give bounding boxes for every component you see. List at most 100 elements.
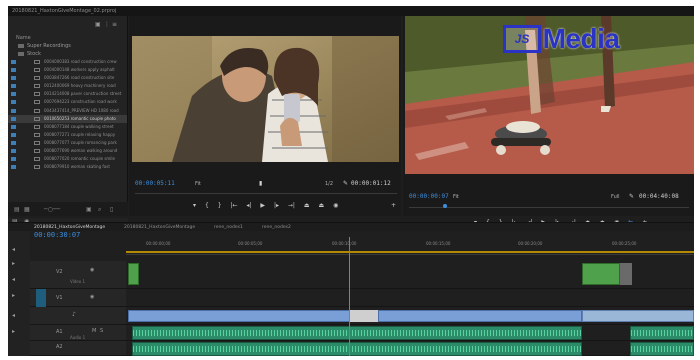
track-header-a2[interactable]: A2 [30, 341, 126, 355]
clip-item[interactable]: 0008077184 couple walking street [8, 123, 127, 131]
clip-item[interactable]: 0014214008 paver construction street [8, 90, 127, 98]
mark-out-bracket-icon[interactable]: } [218, 202, 222, 209]
filter-icon[interactable]: ⋮ [104, 21, 110, 28]
step-back-icon[interactable]: ◂| [246, 202, 251, 209]
label-color-swatch [11, 116, 16, 121]
label-color-swatch [11, 157, 16, 162]
audio-clip[interactable] [132, 326, 582, 340]
mic-icon[interactable]: ♪ [72, 311, 76, 318]
step-forward-icon[interactable]: |▸ [274, 202, 279, 209]
type-tool-icon[interactable]: ▸ [12, 328, 15, 335]
pen-tool-icon[interactable]: ▸ [12, 292, 15, 299]
track-header-v1[interactable]: V1 ◉ [30, 289, 126, 307]
search-icon[interactable]: ⌕ [98, 206, 101, 214]
program-wrench-icon[interactable]: ✎ [629, 193, 634, 200]
clip-item[interactable]: 0010650253 romantic couple photo [8, 114, 127, 123]
audio-clip[interactable] [630, 326, 694, 340]
go-to-in-icon[interactable]: |← [230, 202, 237, 209]
ripple-edit-icon[interactable]: ◂ [12, 246, 15, 253]
bin-super-recordings[interactable]: Super Recordings [8, 42, 127, 50]
mark-in-bracket-icon[interactable]: { [205, 202, 209, 209]
clip-item[interactable]: 0008079910 woman skating fast [8, 163, 127, 171]
video-clip[interactable] [128, 263, 139, 285]
new-item-icon[interactable]: ▯ [110, 206, 113, 213]
program-resolution-dropdown[interactable]: Full [611, 194, 620, 200]
sequence-timecode[interactable]: 00:00:30:07 [34, 231, 80, 239]
work-area-bar[interactable] [126, 251, 694, 253]
video-clip[interactable] [582, 263, 620, 285]
clip-list: 0004000383 road construction crew 0004000… [8, 58, 127, 171]
overwrite-icon[interactable]: ⏏ [318, 202, 324, 209]
play-icon[interactable]: ▶ [260, 202, 265, 209]
timeline-ruler[interactable]: 00:00:00;00 00:00:05;00 00:00:10;00 00:0… [126, 237, 694, 255]
ruler-tick-label: 00:00:05;00 [238, 241, 263, 246]
eye-icon[interactable]: ◉ [90, 294, 94, 300]
source-fit-dropdown[interactable]: Fit [195, 181, 201, 187]
clip-item[interactable]: 0008077690 woman walking around [8, 147, 127, 155]
track-header-adjustment[interactable]: ♪ [30, 307, 126, 324]
track-header-v2[interactable]: V2 Video 1 ◉ [30, 261, 126, 288]
zoom-slider[interactable]: ─○── [44, 206, 60, 213]
clip-item[interactable]: 0008077077 couple romancing park [8, 139, 127, 147]
icon-view-icon[interactable]: ▦ [24, 206, 30, 213]
clip-item[interactable]: 0012400069 heavy machinery road [8, 82, 127, 90]
hand-tool-icon[interactable]: ◂ [12, 312, 15, 319]
mark-in-icon[interactable]: ▾ [193, 202, 196, 209]
eye-icon[interactable]: ◉ [90, 267, 94, 273]
program-timecode-current[interactable]: 00:00:00:07 [409, 193, 449, 200]
clip-item[interactable]: 0008077271 couple relaxing happy [8, 131, 127, 139]
solo-icon[interactable]: S [100, 328, 103, 334]
go-to-out-icon[interactable]: →| [288, 202, 295, 209]
premiere-window: 20180821_HaxtonGiveMontage_02.prproj ▣ ⋮… [8, 6, 694, 356]
audio-clip[interactable] [132, 342, 582, 356]
watermark-js-box: JS [503, 25, 541, 53]
track-header-a1[interactable]: A1 Audio 1 M S [30, 325, 126, 340]
list-view-icon[interactable]: ≡ [112, 21, 117, 28]
source-monitor: 00:00:05:11 Fit ▮ 1/2 ✎ 00:00:01:12 ▾ { … [129, 16, 401, 216]
clip-item[interactable]: 0008077020 romantic couple smile [8, 155, 127, 163]
video-file-icon [34, 116, 40, 121]
label-color-swatch [11, 108, 16, 113]
project-toolbar: ▣ ⋮ ≡ [8, 16, 127, 34]
clip-item[interactable]: 0003847266 road construction site [8, 74, 127, 82]
slip-tool-icon[interactable]: ◂ [12, 276, 15, 283]
graphic-clip[interactable] [350, 310, 378, 322]
clip-label: 0008077184 couple walking street [44, 123, 114, 129]
add-button-icon[interactable]: + [391, 202, 396, 209]
source-timecode-current[interactable]: 00:00:05:11 [135, 180, 175, 187]
wrench-icon[interactable]: ✎ [343, 180, 348, 187]
clip-item[interactable]: 0007694223 construction road work [8, 98, 127, 106]
razor-tool-icon[interactable]: ▸ [12, 260, 15, 267]
mute-icon[interactable]: M [92, 328, 96, 334]
source-ruler[interactable] [135, 190, 397, 194]
bin-stock[interactable]: Stock [8, 50, 127, 58]
source-resolution-dropdown[interactable]: 1/2 [325, 181, 333, 187]
video-clip[interactable] [620, 263, 632, 285]
track-v1: V1 ◉ [30, 289, 694, 307]
timeline-playhead[interactable] [349, 237, 350, 356]
clip-item[interactable]: 0004000383 road construction crew [8, 58, 127, 66]
column-header-name[interactable]: Name [8, 34, 127, 42]
video-file-icon [34, 92, 40, 97]
graphic-clip[interactable] [378, 310, 582, 322]
program-playhead-marker[interactable] [443, 204, 447, 208]
video-file-icon [34, 108, 40, 113]
new-bin-icon[interactable]: ▣ [86, 206, 92, 213]
track-target-button[interactable] [36, 289, 46, 307]
list-icon[interactable]: ▤ [14, 206, 20, 213]
track-a2: A2 [30, 341, 694, 356]
audio-clip[interactable] [630, 342, 694, 356]
bin-icon[interactable]: ▣ [95, 21, 101, 28]
marker-icon[interactable]: ▮ [259, 180, 262, 187]
graphic-clip[interactable] [582, 310, 694, 322]
program-fit-dropdown[interactable]: Fit [453, 194, 459, 200]
graphic-clip[interactable] [128, 310, 350, 322]
track-label-a1: A1 [56, 329, 63, 335]
export-frame-icon[interactable]: ◉ [333, 202, 338, 209]
clip-item[interactable]: 0004000148 workers apply asphalt [8, 66, 127, 74]
video-file-icon [34, 157, 40, 162]
insert-icon[interactable]: ⏏ [304, 202, 310, 209]
track-v2: V2 Video 1 ◉ [30, 261, 694, 289]
program-ruler[interactable] [409, 204, 689, 208]
clip-item[interactable]: 0043437414_PREVIEW HD 1080 road [8, 107, 127, 115]
